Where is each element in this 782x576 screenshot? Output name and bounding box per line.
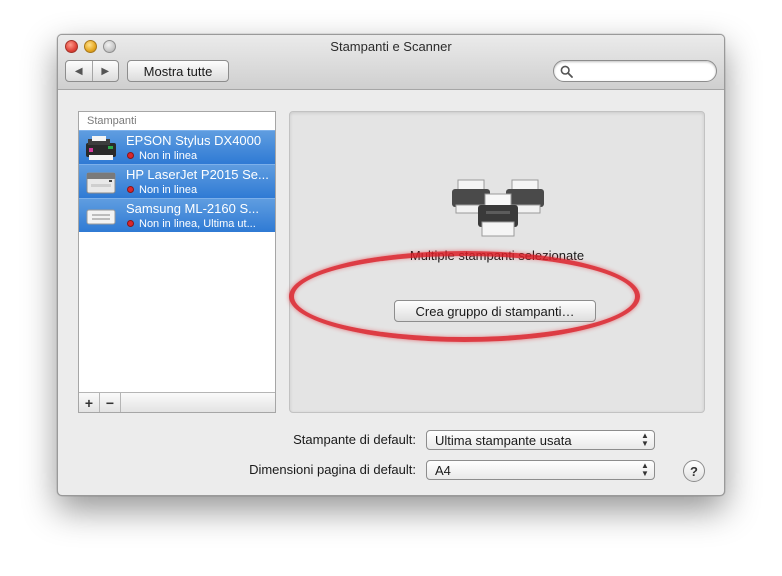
preferences-window: Stampanti e Scanner ◀ ▶ Mostra tutte Sta… bbox=[57, 34, 725, 496]
default-printer-value: Ultima stampante usata bbox=[435, 433, 572, 448]
forward-arrow-icon[interactable]: ▶ bbox=[93, 61, 119, 81]
printer-item-hp[interactable]: HP LaserJet P2015 Se... Non in linea bbox=[79, 164, 275, 198]
default-paper-row: Dimensioni pagina di default: A4 ▲ ▼ bbox=[58, 460, 724, 480]
stepper-arrows-icon: ▲ ▼ bbox=[641, 461, 649, 478]
printers-list-header: Stampanti bbox=[87, 115, 137, 127]
search-input[interactable] bbox=[576, 63, 710, 79]
offline-status-icon bbox=[127, 220, 134, 227]
printer-status: Non in linea bbox=[139, 184, 198, 196]
laser-printer-icon bbox=[86, 209, 116, 225]
printer-name: Samsung ML-2160 S... bbox=[126, 201, 259, 216]
stepper-arrows-icon: ▲ ▼ bbox=[641, 431, 649, 448]
default-printer-label: Stampante di default: bbox=[293, 432, 416, 447]
show-all-button[interactable]: Mostra tutte bbox=[127, 60, 229, 82]
laser-printer-icon bbox=[86, 172, 116, 194]
window-title: Stampanti e Scanner bbox=[330, 39, 452, 54]
back-forward-control: ◀ ▶ bbox=[65, 60, 119, 82]
multiple-selection-label: Multiple stampanti selezionate bbox=[409, 248, 585, 263]
add-printer-button[interactable]: + bbox=[79, 393, 100, 412]
remove-printer-button[interactable]: − bbox=[100, 393, 121, 412]
default-printer-select[interactable]: Ultima stampante usata ▲ ▼ bbox=[426, 430, 655, 450]
default-printer-row: Stampante di default: Ultima stampante u… bbox=[58, 430, 724, 450]
printer-status: Non in linea, Ultima ut... bbox=[139, 218, 256, 230]
default-paper-label: Dimensioni pagina di default: bbox=[249, 462, 416, 477]
create-printer-group-button[interactable]: Crea gruppo di stampanti… bbox=[394, 300, 596, 322]
printers-list-panel: Stampanti EPSON Stylus DX4000 Non in lin… bbox=[78, 111, 276, 413]
printer-status: Non in linea bbox=[139, 150, 198, 162]
search-icon bbox=[560, 65, 573, 78]
search-field[interactable] bbox=[553, 60, 717, 82]
printer-item-epson[interactable]: EPSON Stylus DX4000 Non in linea bbox=[79, 130, 275, 164]
back-arrow-icon[interactable]: ◀ bbox=[66, 61, 93, 81]
help-button[interactable]: ? bbox=[683, 460, 705, 482]
printer-name: HP LaserJet P2015 Se... bbox=[126, 167, 269, 182]
titlebar: Stampanti e Scanner ◀ ▶ Mostra tutte bbox=[58, 35, 724, 90]
printer-item-samsung[interactable]: Samsung ML-2160 S... Non in linea, Ultim… bbox=[79, 198, 275, 232]
offline-status-icon bbox=[127, 186, 134, 193]
offline-status-icon bbox=[127, 152, 134, 159]
list-button-bar: + − bbox=[79, 392, 275, 412]
printer-name: EPSON Stylus DX4000 bbox=[126, 133, 262, 148]
default-paper-select[interactable]: A4 ▲ ▼ bbox=[426, 460, 655, 480]
default-paper-value: A4 bbox=[435, 463, 451, 478]
multiple-printers-icon bbox=[452, 179, 544, 237]
inkjet-printer-icon bbox=[86, 136, 116, 160]
printer-detail-panel: Multiple stampanti selezionate Crea grup… bbox=[289, 111, 705, 413]
